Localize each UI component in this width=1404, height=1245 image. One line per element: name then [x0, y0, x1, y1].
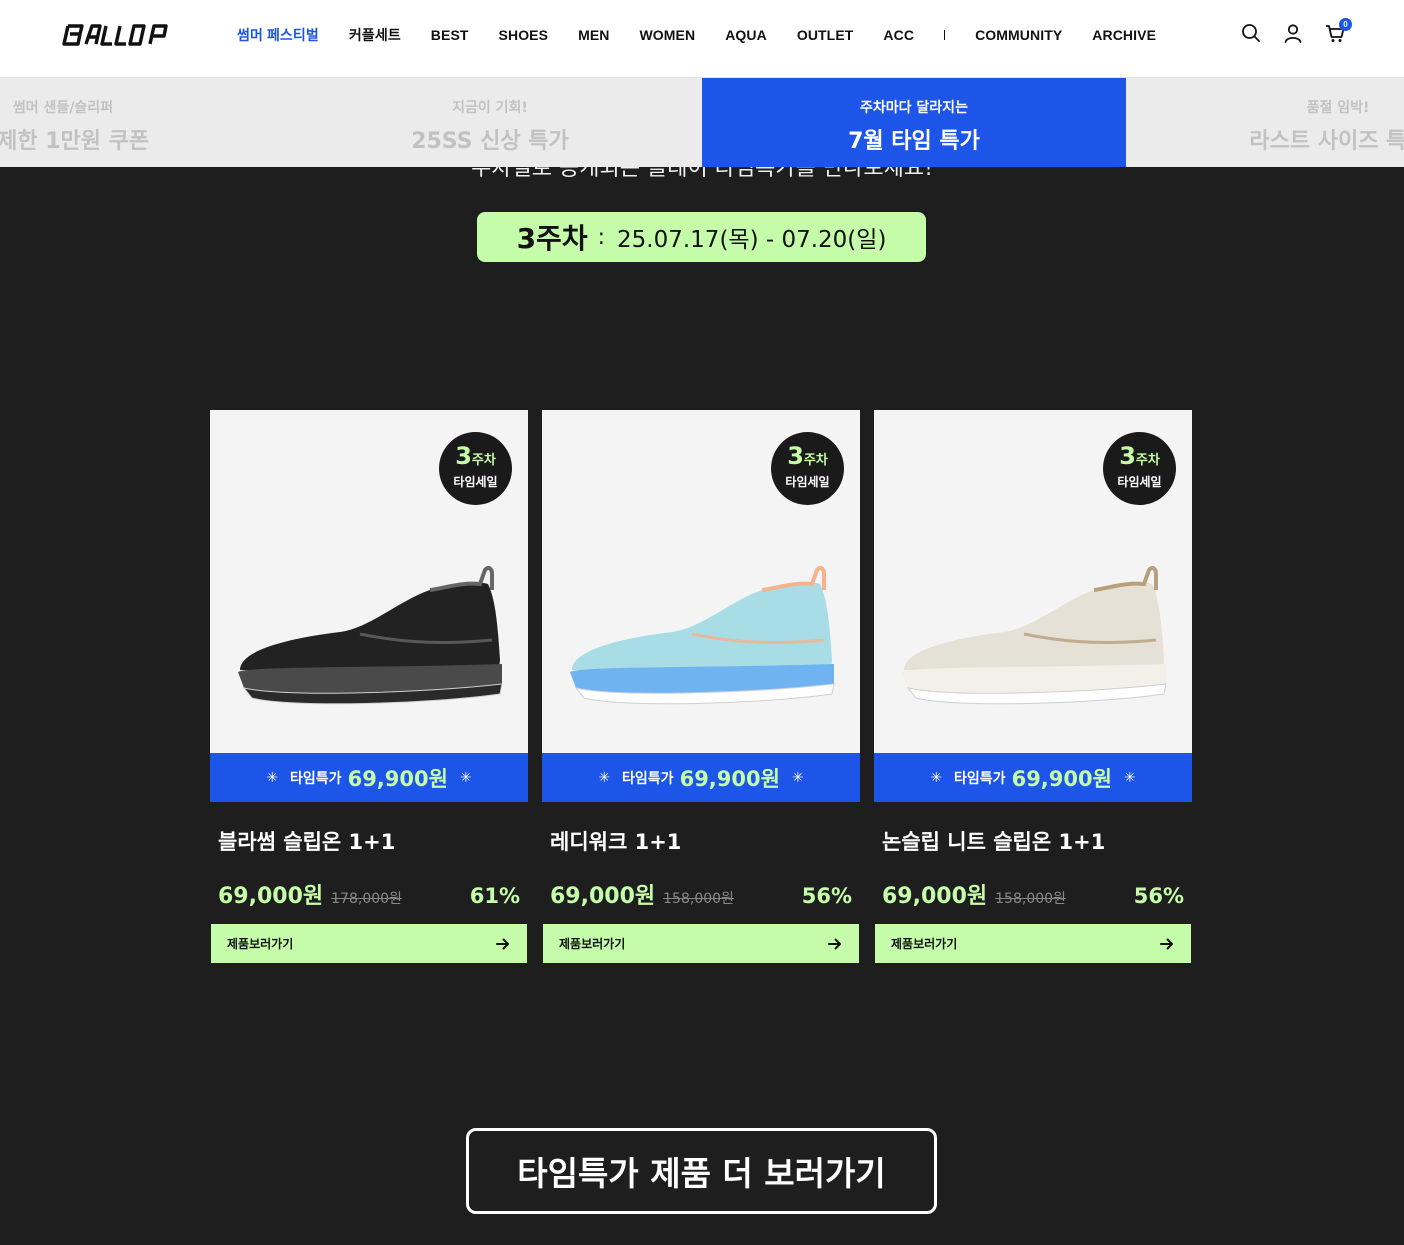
original-price: 178,000원 — [331, 891, 402, 907]
sale-price: 69,000원 — [550, 884, 656, 909]
more-products-button[interactable]: 타임특가 제품 더 보러가기 — [466, 1128, 937, 1214]
week-sale-badge: 3주차타임세일 — [439, 432, 512, 505]
week-dates: 25.07.17(목) - 07.20(일) — [617, 227, 887, 253]
badge-week-unit: 주차 — [471, 453, 496, 468]
time-sale-band: ✳ 타임특가 69,900원 ✳ — [874, 753, 1192, 802]
nav-item[interactable]: WOMEN — [639, 27, 695, 43]
sale-price: 69,000원 — [218, 884, 324, 909]
site-header: 썸머 페스티벌 커플세트 BEST SHOES MEN WOMEN AQUA OUTLET AC… — [0, 0, 1404, 78]
time-sale-band: ✳ 타임특가 69,900원 ✳ — [542, 753, 860, 802]
product-name[interactable]: 논슬립 니트 슬립온 1+1 — [874, 826, 1192, 856]
price-line: 69,000원 178,000원 61% — [210, 878, 528, 909]
badge-sale-label: 타임세일 — [1117, 475, 1162, 489]
time-sale-price: 69,900원 — [347, 766, 448, 791]
product-image[interactable]: 3주차타임세일 — [210, 410, 528, 753]
promo-tab[interactable]: 지금이 기회! 25SS 신상 특가 — [278, 78, 702, 167]
shoe-image — [894, 560, 1174, 724]
time-sale-price: 69,900원 — [1011, 766, 1112, 791]
product-name[interactable]: 레디워크 1+1 — [542, 826, 860, 856]
week-sale-badge: 3주차타임세일 — [1103, 432, 1176, 505]
nav-item[interactable]: 썸머 페스티벌 — [237, 25, 319, 45]
promo-tab[interactable]: 썸머 샌들/슬리퍼무제한 1만원 쿠폰 — [0, 78, 275, 167]
asterisk-icon: ✳ — [791, 769, 804, 786]
badge-week-unit: 주차 — [803, 453, 828, 468]
cart-count-badge: 0 — [1339, 18, 1352, 31]
view-product-label: 제품보러가기 — [891, 937, 958, 951]
arrow-right-icon — [1160, 938, 1173, 949]
asterisk-icon: ✳ — [598, 769, 611, 786]
time-sale-label: 타임특가 — [290, 770, 342, 787]
badge-sale-label: 타임세일 — [453, 475, 498, 489]
discount-percent: 56% — [1133, 884, 1184, 908]
promo-tab[interactable]: 품절 임박! 라스트 사이즈 특가 — [1126, 78, 1404, 167]
badge-week-number: 3 — [787, 442, 804, 470]
original-price: 158,000원 — [995, 891, 1066, 907]
nav-item[interactable]: BEST — [431, 27, 469, 43]
badge-sale-label: 타임세일 — [785, 475, 830, 489]
promo-tab-subtitle: 품절 임박! — [1306, 100, 1370, 116]
promo-tab-subtitle: 지금이 기회! — [452, 100, 528, 116]
week-sale-badge: 3주차타임세일 — [771, 432, 844, 505]
discount-percent: 56% — [801, 884, 852, 908]
asterisk-icon: ✳ — [1123, 769, 1136, 786]
price-line: 69,000원 158,000원 56% — [542, 878, 860, 909]
promo-tab-subtitle: 썸머 샌들/슬리퍼 — [12, 100, 114, 116]
sale-price: 69,000원 — [882, 884, 988, 909]
nav-item[interactable]: AQUA — [725, 27, 767, 43]
shoe-image — [562, 560, 842, 724]
product-image[interactable]: 3주차타임세일 — [542, 410, 860, 753]
view-product-label: 제품보러가기 — [559, 937, 626, 951]
product-card[interactable]: 3주차타임세일 ✳ 타임특가 69,900원 ✳ 레디워크 1+1 69,000원 158,0… — [542, 410, 860, 963]
time-sale-label: 타임특가 — [954, 770, 1006, 787]
time-sale-band: ✳ 타임특가 69,900원 ✳ — [210, 753, 528, 802]
badge-week-unit: 주차 — [1135, 453, 1160, 468]
product-card[interactable]: 3주차타임세일 ✳ 타임특가 69,900원 ✳ 블라썸 슬립온 1+1 69,000원 17… — [210, 410, 528, 963]
nav-item[interactable]: 커플세트 — [349, 25, 401, 45]
asterisk-icon: ✳ — [459, 769, 472, 786]
asterisk-icon: ✳ — [266, 769, 279, 786]
promo-tab-title: 25SS 신상 특가 — [411, 129, 569, 154]
week-date-pill: 3주차 : 25.07.17(목) - 07.20(일) — [477, 212, 926, 262]
asterisk-icon: ✳ — [930, 769, 943, 786]
promo-tab-title: 라스트 사이즈 특가 — [1249, 129, 1404, 154]
nav-item[interactable]: MEN — [578, 27, 609, 43]
week-label: 3주차 — [516, 222, 588, 255]
original-price: 158,000원 — [663, 891, 734, 907]
shoe-image — [230, 560, 510, 724]
header-icons: 0 — [1220, 18, 1352, 44]
view-product-label: 제품보러가기 — [227, 937, 294, 951]
product-card[interactable]: 3주차타임세일 ✳ 타임특가 69,900원 ✳ 논슬립 니트 슬립온 1+1 69,000… — [874, 410, 1192, 963]
promo-tab[interactable]: 주차마다 달라지는 7월 타임 특가 — [702, 78, 1126, 167]
nav-item[interactable]: OUTLET — [797, 27, 854, 43]
time-sale-label: 타임특가 — [622, 770, 674, 787]
nav-item[interactable]: ARCHIVE — [1092, 27, 1156, 43]
discount-percent: 61% — [469, 884, 520, 908]
arrow-right-icon — [496, 938, 509, 949]
view-product-button[interactable]: 제품보러가기 — [875, 924, 1191, 963]
nav-divider — [944, 30, 946, 40]
user-icon[interactable] — [1282, 22, 1304, 44]
time-sale-price: 69,900원 — [679, 766, 780, 791]
promo-tab-title: 무제한 1만원 쿠폰 — [0, 129, 150, 154]
ballop-logo[interactable] — [62, 22, 174, 48]
view-product-button[interactable]: 제품보러가기 — [211, 924, 527, 963]
promo-tab-subtitle: 주차마다 달라지는 — [860, 100, 968, 116]
badge-week-number: 3 — [455, 442, 472, 470]
search-icon[interactable] — [1240, 22, 1262, 44]
main-nav: 썸머 페스티벌 커플세트 BEST SHOES MEN WOMEN AQUA OUTLET AC… — [237, 25, 1186, 45]
product-name[interactable]: 블라썸 슬립온 1+1 — [210, 826, 528, 856]
price-line: 69,000원 158,000원 56% — [874, 878, 1192, 909]
nav-item[interactable]: ACC — [883, 27, 914, 43]
arrow-right-icon — [828, 938, 841, 949]
nav-item[interactable]: SHOES — [499, 27, 549, 43]
promo-tab-title: 7월 타임 특가 — [848, 129, 980, 154]
cart-icon[interactable]: 0 — [1324, 18, 1352, 44]
nav-item[interactable]: COMMUNITY — [975, 27, 1062, 43]
badge-week-number: 3 — [1119, 442, 1136, 470]
week-colon: : — [597, 224, 606, 250]
view-product-button[interactable]: 제품보러가기 — [543, 924, 859, 963]
product-image[interactable]: 3주차타임세일 — [874, 410, 1192, 753]
promo-tab-strip: 썸머 샌들/슬리퍼무제한 1만원 쿠폰 지금이 기회! 25SS 신상 특가 주차마다… — [0, 78, 1404, 167]
